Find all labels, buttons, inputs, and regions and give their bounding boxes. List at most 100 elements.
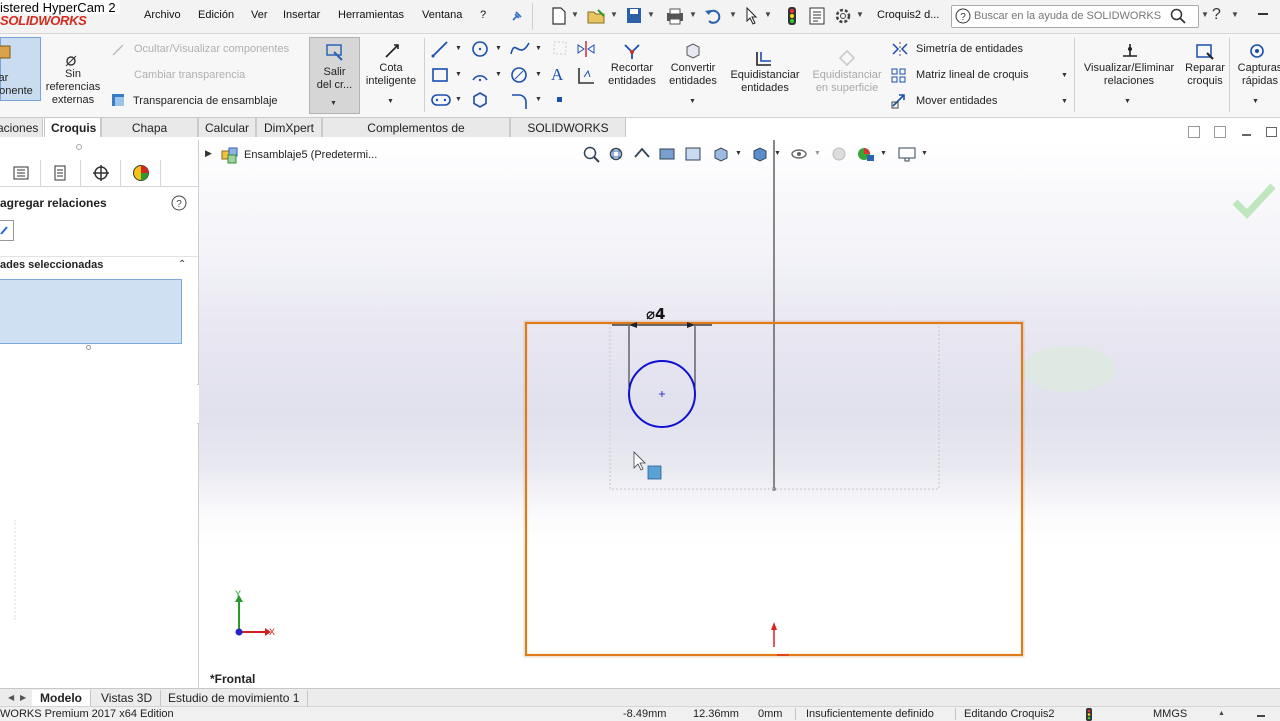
- chevron-down-icon[interactable]: ▼: [1061, 72, 1068, 79]
- chevron-down-icon[interactable]: ▼: [1201, 10, 1209, 19]
- new-document-icon[interactable]: [550, 6, 568, 26]
- save-icon[interactable]: [625, 6, 643, 26]
- menu-insertar[interactable]: Insertar: [283, 9, 320, 21]
- selected-entities-listbox[interactable]: [0, 279, 182, 344]
- pin-icon[interactable]: [510, 9, 524, 23]
- help-search-box[interactable]: ?: [951, 5, 1199, 28]
- scroll-left-icon[interactable]: ◀: [8, 693, 14, 702]
- chevron-down-icon[interactable]: ▼: [856, 10, 864, 19]
- chevron-down-icon[interactable]: ▼: [535, 71, 542, 78]
- maximize-document-icon[interactable]: [1266, 127, 1277, 137]
- chevron-down-icon[interactable]: ▼: [689, 98, 696, 105]
- minimize-document-icon[interactable]: [1242, 134, 1251, 136]
- menu-archivo[interactable]: Archivo: [144, 9, 181, 21]
- next-view-icon[interactable]: [1214, 126, 1226, 138]
- point-icon[interactable]: [557, 97, 562, 102]
- help-icon[interactable]: ?: [171, 195, 187, 211]
- tab-solidworks-addins[interactable]: Complementos de SOLIDWORKS: [322, 117, 510, 155]
- tab-modelo[interactable]: Modelo: [32, 690, 91, 706]
- menu-ventana[interactable]: Ventana: [422, 9, 462, 21]
- line-icon[interactable]: [430, 39, 450, 59]
- search-icon[interactable]: [1170, 8, 1186, 24]
- chevron-down-icon[interactable]: ▼: [571, 10, 579, 19]
- graphics-area[interactable]: ▶ Ensamblaje5 (Predetermi... ▼ ▼ ▼ ▼ ▼ Y…: [199, 140, 1280, 688]
- chevron-down-icon[interactable]: ▼: [455, 71, 462, 78]
- smart-dimension-button[interactable]: Cota inteligente ▼: [362, 40, 420, 110]
- list-resize-handle[interactable]: [86, 345, 91, 350]
- solidworks-logo[interactable]: SOLIDWORKS: [0, 13, 87, 28]
- slot-icon[interactable]: [430, 91, 452, 109]
- text-tool-icon[interactable]: A: [551, 65, 563, 85]
- display-manager-tab[interactable]: [120, 160, 161, 186]
- rectangle-icon[interactable]: [430, 65, 450, 85]
- hide-show-components-button[interactable]: Ocultar/Visualizar componentes: [134, 43, 289, 55]
- print-icon[interactable]: [665, 6, 685, 26]
- rebuild-traffic-light-icon[interactable]: [786, 6, 798, 26]
- chevron-down-icon[interactable]: ▼: [535, 96, 542, 103]
- menu-herramientas[interactable]: Herramientas: [338, 9, 404, 21]
- polygon-icon[interactable]: [470, 90, 490, 110]
- help-icon[interactable]: ?: [1212, 6, 1221, 24]
- quick-snaps-button[interactable]: Capturas rápidas ▼: [1232, 40, 1280, 110]
- file-properties-icon[interactable]: [808, 6, 826, 26]
- tab-calcular[interactable]: Calcular: [198, 117, 256, 137]
- chevron-down-icon[interactable]: ▼: [764, 10, 772, 19]
- no-external-references-button[interactable]: Sin referencias externas: [44, 50, 102, 108]
- ellipse-icon[interactable]: [509, 65, 529, 85]
- relations-icon[interactable]: [576, 65, 596, 87]
- chevron-down-icon[interactable]: ▼: [647, 10, 655, 19]
- unit-system[interactable]: MMGS: [1153, 708, 1187, 721]
- chevron-down-icon[interactable]: ▼: [495, 45, 502, 52]
- chevron-down-icon[interactable]: ▼: [729, 10, 737, 19]
- offset-on-surface-button[interactable]: Equidistanciar en superficie: [808, 44, 886, 110]
- tab-sheet-metal[interactable]: Chapa metálica: [101, 117, 198, 155]
- convert-entities-button[interactable]: Convertir entidades ▼: [664, 40, 722, 110]
- chevron-down-icon[interactable]: ▼: [1252, 98, 1259, 105]
- tab-motion-study[interactable]: Estudio de movimiento 1: [160, 690, 309, 706]
- scroll-right-icon[interactable]: ▶: [20, 693, 26, 702]
- tab-solidworks-mbd[interactable]: SOLIDWORKS MBD: [510, 117, 626, 155]
- chevron-down-icon[interactable]: ▼: [455, 96, 462, 103]
- tab-croquis[interactable]: Croquis: [44, 117, 101, 137]
- mirror-sketch-icon[interactable]: [575, 39, 597, 59]
- chevron-down-icon[interactable]: ▼: [610, 10, 618, 19]
- chevron-down-icon[interactable]: ▼: [1061, 98, 1068, 105]
- sketch-canvas[interactable]: Y X: [199, 140, 1280, 688]
- property-manager-tab[interactable]: [40, 160, 81, 186]
- chevron-up-icon[interactable]: ▲: [1218, 710, 1225, 717]
- open-folder-icon[interactable]: [586, 6, 608, 26]
- spline-icon[interactable]: [509, 39, 531, 59]
- minimize-icon[interactable]: [1258, 13, 1268, 15]
- change-transparency-button[interactable]: Cambiar transparencia: [134, 69, 245, 81]
- select-pointer-icon[interactable]: [744, 6, 760, 26]
- rebuild-indicator-icon[interactable]: [1084, 708, 1094, 721]
- chevron-down-icon[interactable]: ▼: [495, 71, 502, 78]
- trim-entities-button[interactable]: Recortar entidades: [603, 40, 661, 110]
- offset-entities-button[interactable]: Equidistanciar entidades: [725, 44, 805, 110]
- chevron-down-icon[interactable]: ▼: [330, 100, 337, 107]
- chevron-down-icon[interactable]: ▼: [455, 45, 462, 52]
- display-delete-relations-button[interactable]: Visualizar/Eliminar relaciones ▼: [1077, 40, 1181, 110]
- diameter-dimension-label[interactable]: ⌀4: [646, 305, 665, 323]
- feature-manager-tab[interactable]: [0, 160, 41, 186]
- edit-component-button[interactable]: itar ponente: [0, 37, 41, 101]
- ok-button[interactable]: [0, 220, 14, 241]
- menu-edicion[interactable]: Edición: [198, 9, 234, 21]
- chevron-down-icon[interactable]: ▼: [689, 10, 697, 19]
- tab-evaluate[interactable]: aciones: [0, 117, 43, 137]
- mirror-entities-button[interactable]: Simetría de entidades: [916, 43, 1023, 55]
- collapse-section-icon[interactable]: ⌃: [178, 259, 186, 270]
- restore-previous-view-icon[interactable]: [1188, 126, 1200, 138]
- menu-help[interactable]: ?: [480, 9, 486, 21]
- chevron-down-icon[interactable]: ▼: [1124, 98, 1131, 105]
- menu-ver[interactable]: Ver: [251, 9, 268, 21]
- undo-icon[interactable]: [703, 6, 723, 26]
- exit-sketch-button[interactable]: Salir del cr... ▼: [309, 37, 360, 114]
- tab-dimxpert[interactable]: DimXpert: [256, 117, 322, 137]
- status-minimize-icon[interactable]: [1257, 715, 1265, 717]
- assembly-transparency-button[interactable]: Transparencia de ensamblaje: [133, 95, 278, 107]
- help-search-input[interactable]: [974, 8, 1169, 23]
- repair-sketch-button[interactable]: Reparar croquis: [1180, 40, 1230, 110]
- chevron-down-icon[interactable]: ▼: [1231, 10, 1239, 19]
- linear-pattern-button[interactable]: Matriz lineal de croquis: [916, 69, 1029, 81]
